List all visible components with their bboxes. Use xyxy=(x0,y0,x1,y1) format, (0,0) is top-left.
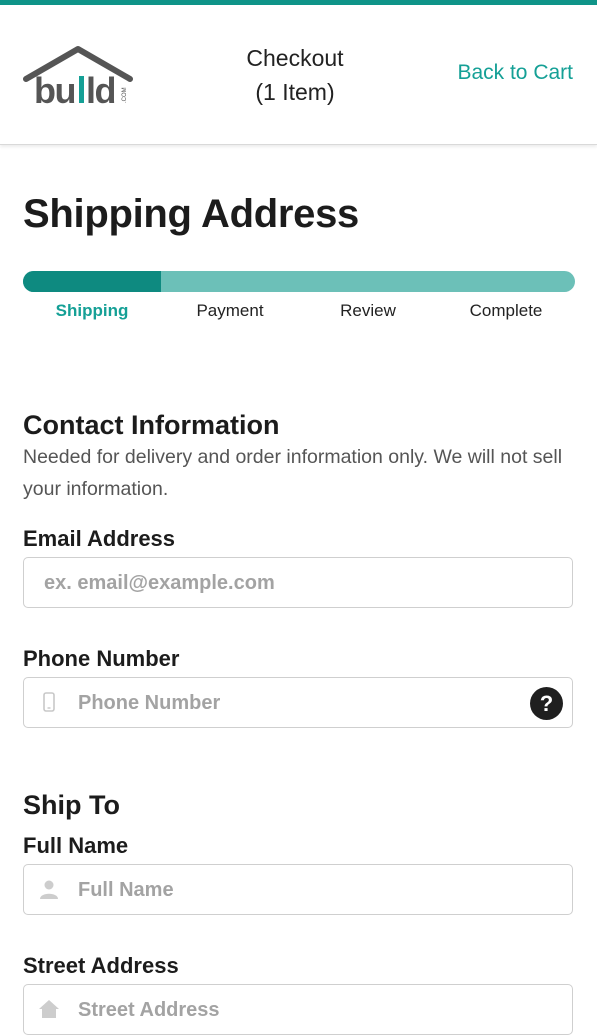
help-icon[interactable]: ? xyxy=(530,687,563,720)
contact-section-title: Contact Information xyxy=(23,410,280,440)
street-address-label: Street Address xyxy=(23,953,179,978)
step-review: Review xyxy=(340,301,396,320)
svg-text:ld: ld xyxy=(86,70,115,109)
item-count: (1 Item) xyxy=(255,79,335,105)
svg-text:bu: bu xyxy=(34,70,75,109)
step-complete: Complete xyxy=(469,301,543,320)
back-to-cart-link[interactable]: Back to Cart xyxy=(457,61,573,85)
phone-input[interactable] xyxy=(76,678,520,729)
step-shipping[interactable]: Shipping xyxy=(23,301,161,327)
checkout-label: Checkout xyxy=(246,45,344,71)
full-name-label: Full Name xyxy=(23,833,129,858)
checkout-progress-bar xyxy=(23,271,575,292)
street-address-input[interactable] xyxy=(76,985,560,1036)
step-payment: Payment xyxy=(196,301,264,320)
full-name-field[interactable] xyxy=(23,864,573,916)
phone-field[interactable]: ? xyxy=(23,677,573,729)
full-name-input[interactable] xyxy=(76,865,560,916)
svg-text:.COM: .COM xyxy=(122,87,128,103)
email-input[interactable] xyxy=(42,558,566,609)
progress-fill xyxy=(23,271,161,292)
person-icon xyxy=(40,880,58,899)
checkout-steps: Shipping Payment Review Complete xyxy=(23,301,575,327)
checkout-title: Checkout (1 Item) xyxy=(195,41,395,109)
build-logo[interactable]: bu ld .COM xyxy=(22,43,136,109)
phone-label: Phone Number xyxy=(23,646,180,671)
page-title: Shipping Address xyxy=(23,192,359,236)
home-icon xyxy=(39,1000,59,1018)
checkout-header: bu ld .COM Checkout (1 Item) Back to Car… xyxy=(0,5,597,145)
ship-to-title: Ship To xyxy=(23,790,120,820)
email-field[interactable] xyxy=(23,557,573,609)
email-label: Email Address xyxy=(23,526,176,551)
street-address-field[interactable] xyxy=(23,984,573,1036)
contact-description: Needed for delivery and order informatio… xyxy=(23,446,563,500)
phone-icon xyxy=(43,692,55,712)
